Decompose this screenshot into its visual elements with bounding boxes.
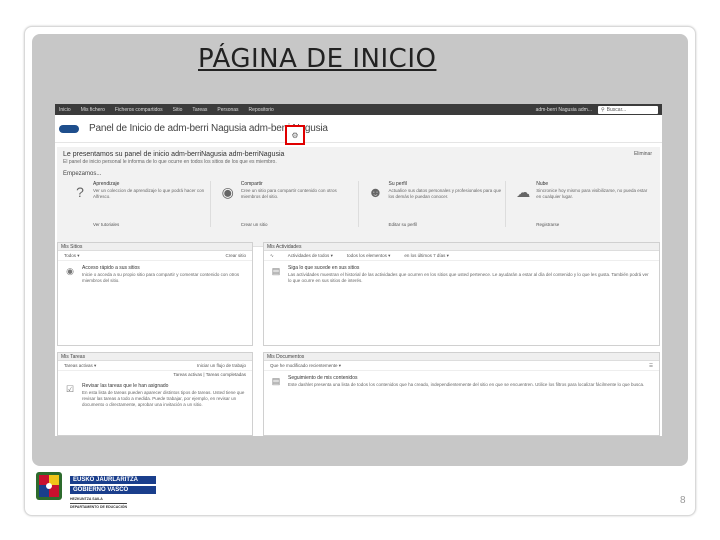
dashlet-grid: Mis Sitios Todos ▾ Crear sitio ◉ Acceso … bbox=[57, 242, 660, 436]
site-icon: ◉ bbox=[66, 265, 74, 276]
dashlet-title: Mis Sitios bbox=[58, 243, 252, 251]
card-share: ◉ Compartir Cree un sitio para compartir… bbox=[211, 181, 359, 227]
customize-dashboard-button[interactable]: ⚙ bbox=[285, 125, 305, 145]
dashlet-toolbar: Que he modificado recientemente ▾ ☰ bbox=[264, 361, 659, 371]
create-site-link[interactable]: Crear sitio bbox=[225, 253, 246, 258]
body-title: Revisar las tareas que le han asignado bbox=[82, 383, 169, 389]
page-number: 8 bbox=[680, 495, 686, 506]
my-documents-dashlet: Mis Documentos Que he modificado recient… bbox=[263, 352, 660, 436]
body-desc: Inicie o acceda a su propio sitio para c… bbox=[82, 272, 240, 283]
slide-title: PÁGINA DE INICIO bbox=[198, 44, 437, 74]
nav-item-personas[interactable]: Personas bbox=[217, 107, 238, 113]
my-activities-dashlet: Mis Actividades ∿ Actividades de todos ▾… bbox=[263, 242, 660, 346]
card-link-edit-profile[interactable]: Editar su perfil bbox=[389, 222, 418, 227]
my-sites-dashlet: Mis Sitios Todos ▾ Crear sitio ◉ Acceso … bbox=[57, 242, 253, 346]
welcome-dashlet: Le presentamos su panel de inicio adm-be… bbox=[57, 147, 660, 247]
dashlet-body: ▤ Seguimiento de mis contenidos Este das… bbox=[264, 371, 659, 392]
card-title: Su perfil bbox=[388, 181, 407, 187]
gobierno-vasco-logo: EUSKO JAURLARITZA GOBIERNO VASCO HEZKUNT… bbox=[32, 470, 160, 514]
card-learning: ? Aprendizaje Ver un coleccion de aprend… bbox=[63, 181, 211, 227]
card-link-register[interactable]: Registrarse bbox=[536, 222, 559, 227]
welcome-heading: Le presentamos su panel de inicio adm-be… bbox=[63, 151, 285, 158]
person-icon: ☻ bbox=[368, 184, 383, 200]
card-link-create-site[interactable]: Crear un sitio bbox=[241, 222, 268, 227]
search-icon: ⚲ bbox=[601, 106, 605, 113]
dashlet-toolbar: ∿ Actividades de todos ▾ todos los eleme… bbox=[264, 251, 659, 261]
checklist-icon: ☑ bbox=[65, 383, 75, 394]
body-desc: Las actividades muestran el historial de… bbox=[288, 272, 649, 283]
card-link-tutorials[interactable]: Ver tutoriales bbox=[93, 222, 119, 227]
nav-item-mis-ficheros[interactable]: Mis fichero bbox=[81, 107, 105, 113]
department-basque: HEZKUNTZA SAILA bbox=[70, 497, 103, 501]
dashlet-title: Mis Documentos bbox=[264, 353, 659, 361]
dashlet-body: ☑ Revisar las tareas que le han asignado… bbox=[58, 379, 252, 412]
body-title: Acceso rápido a sus sitios bbox=[82, 265, 140, 271]
document-icon: ▤ bbox=[271, 375, 281, 386]
card-cloud: ☁ Nube Sincronice hoy mismo para visibil… bbox=[506, 181, 654, 227]
activity-feed-icon: ▤ bbox=[271, 265, 281, 276]
start-workflow-link[interactable]: Iniciar un flujo de trabajo bbox=[197, 363, 246, 368]
crest-icon bbox=[36, 472, 62, 500]
dashlet-toolbar: Tareas activas ▾ Iniciar un flujo de tra… bbox=[58, 361, 252, 371]
welcome-cards: ? Aprendizaje Ver un coleccion de aprend… bbox=[63, 181, 654, 227]
items-filter-dropdown[interactable]: todos los elementos ▾ bbox=[347, 253, 391, 259]
tasks-filter-dropdown[interactable]: Tareas activas ▾ bbox=[64, 363, 96, 369]
start-label: Empezamos... bbox=[63, 171, 102, 177]
body-title: Siga lo que sucede en sus sitios bbox=[288, 265, 360, 271]
sites-filter-dropdown[interactable]: Todos ▾ bbox=[64, 253, 80, 259]
card-desc: Ver un coleccion de aprendizaje lo que p… bbox=[93, 188, 205, 199]
nav-item-repositorio[interactable]: Repositorio bbox=[249, 107, 274, 113]
nav-item-ficheros-compartidos[interactable]: Ficheros compartidos bbox=[115, 107, 163, 113]
card-profile: ☻ Su perfil Actualice sus datos personal… bbox=[359, 181, 507, 227]
top-nav: Inicio Mis fichero Ficheros compartidos … bbox=[59, 107, 274, 113]
card-title: Nube bbox=[536, 181, 549, 187]
search-input[interactable]: ⚲ Buscar... bbox=[598, 105, 658, 114]
user-menu[interactable]: adm-berri Nagusia adm... bbox=[536, 107, 592, 113]
screenshot-area: Inicio Mis fichero Ficheros compartidos … bbox=[55, 104, 662, 436]
dashlet-title: Mis Actividades bbox=[264, 243, 659, 251]
card-desc: Cree un sitio para compartir contenido c… bbox=[240, 188, 337, 199]
dashboard-header: Panel de Inicio de adm-berri Nagusia adm… bbox=[55, 115, 662, 145]
nav-item-sitios[interactable]: Sitio bbox=[173, 107, 183, 113]
logo-text-spanish: GOBIERNO VASCO bbox=[70, 486, 156, 494]
question-icon: ? bbox=[76, 184, 84, 200]
globe-icon: ◉ bbox=[221, 183, 234, 200]
cloud-icon: ☁ bbox=[516, 183, 531, 200]
task-links[interactable]: Tareas activas | Tareas completadas bbox=[58, 371, 252, 379]
welcome-subtitle: El panel de inicio personal le informa d… bbox=[63, 159, 277, 165]
dashlet-toolbar: Todos ▾ Crear sitio bbox=[58, 251, 252, 261]
alfresco-logo bbox=[59, 124, 79, 133]
nav-item-tareas[interactable]: Tareas bbox=[192, 107, 207, 113]
body-title: Seguimiento de mis contenidos bbox=[288, 375, 358, 381]
topbar-right: adm-berri Nagusia adm... ⚲ Buscar... bbox=[536, 105, 658, 114]
logo-text-basque: EUSKO JAURLARITZA bbox=[70, 476, 156, 484]
card-title: Compartir bbox=[240, 181, 263, 187]
documents-filter-dropdown[interactable]: Que he modificado recientemente ▾ bbox=[270, 363, 341, 369]
card-desc: Sincronice hoy mismo para visibilizarse,… bbox=[536, 188, 648, 199]
my-tasks-dashlet: Mis Tareas Tareas activas ▾ Iniciar un f… bbox=[57, 352, 253, 436]
remove-welcome-button[interactable]: Eliminar bbox=[634, 151, 652, 157]
department-spanish: DEPARTAMENTO DE EDUCACIÓN bbox=[70, 503, 127, 509]
dashlet-body: ▤ Siga lo que sucede en sus sitios Las a… bbox=[264, 261, 659, 288]
activities-filter-dropdown[interactable]: Actividades de todos ▾ bbox=[288, 253, 333, 259]
search-placeholder: Buscar... bbox=[606, 106, 627, 113]
body-desc: En esta lista de tareas pueden aparecer … bbox=[82, 390, 245, 407]
card-desc: Actualice sus datos personales y profesi… bbox=[388, 188, 502, 199]
body-desc: Este dashlet presenta una lista de todos… bbox=[288, 382, 645, 387]
list-view-icon[interactable]: ☰ bbox=[649, 363, 653, 369]
gear-icon: ⚙ bbox=[291, 130, 299, 140]
activity-icon: ∿ bbox=[270, 252, 274, 258]
app-topbar: Inicio Mis fichero Ficheros compartidos … bbox=[55, 104, 662, 115]
card-title: Aprendizaje bbox=[93, 181, 120, 187]
nav-item-inicio[interactable]: Inicio bbox=[59, 107, 71, 113]
dashlet-body: ◉ Acceso rápido a sus sitios Inicie o ac… bbox=[58, 261, 252, 288]
days-filter-dropdown[interactable]: en los últimos 7 días ▾ bbox=[404, 253, 449, 259]
dashlet-title: Mis Tareas bbox=[58, 353, 252, 361]
